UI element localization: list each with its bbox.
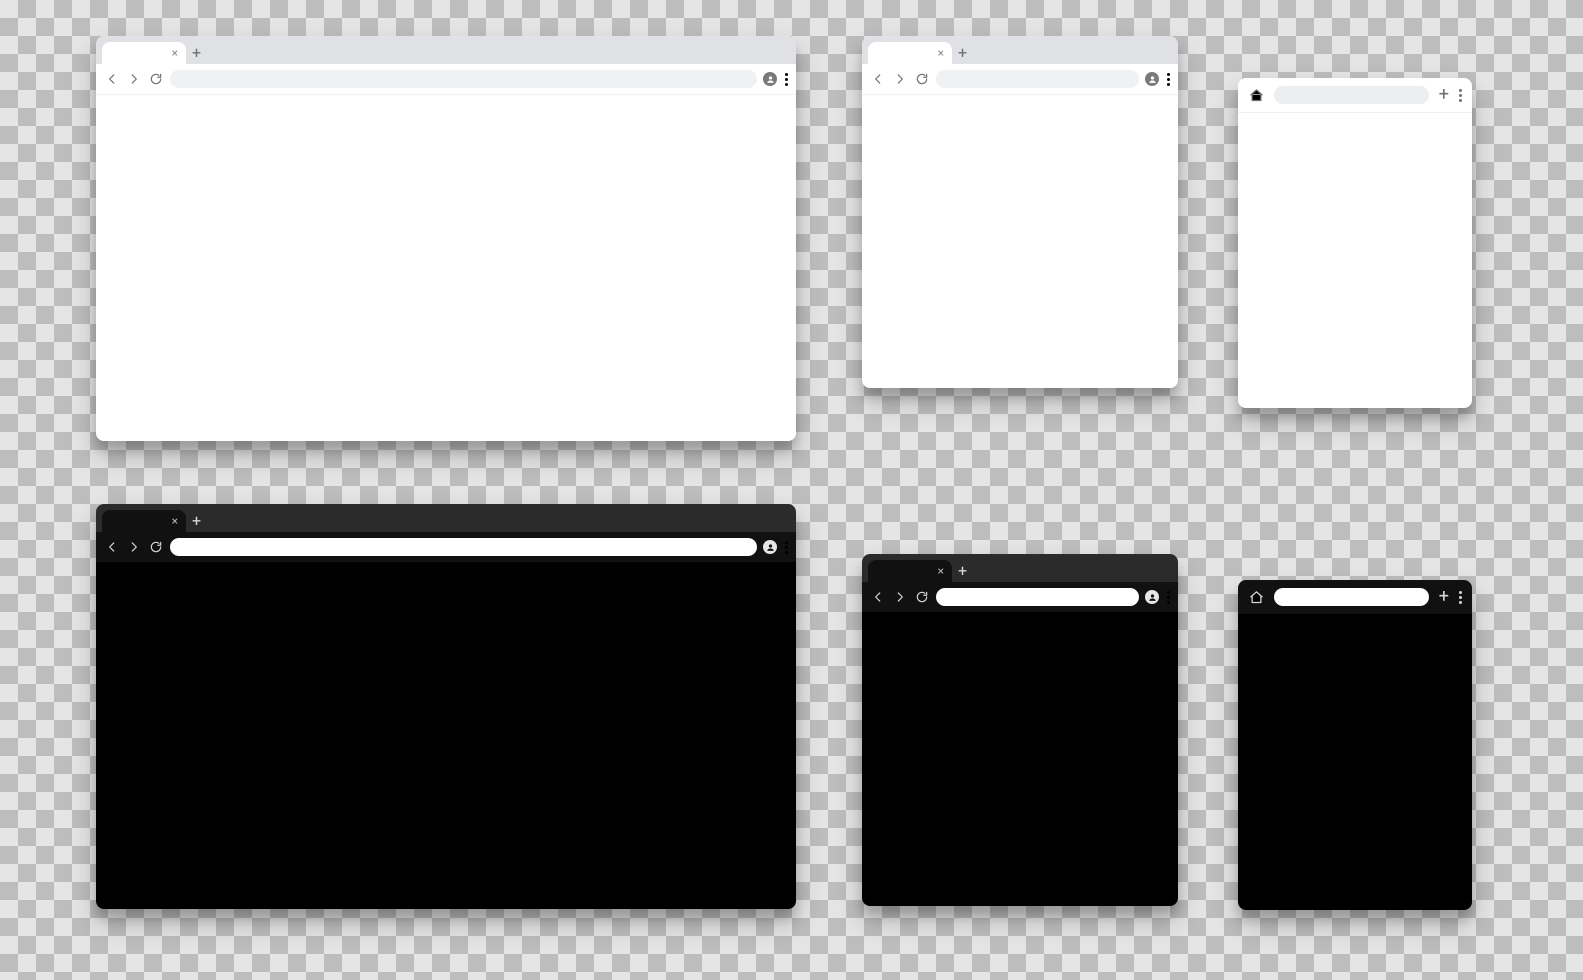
toolbar-right [1145, 590, 1170, 604]
page-content [1238, 614, 1472, 910]
reload-button[interactable] [914, 589, 930, 605]
close-tab-icon[interactable]: × [938, 47, 944, 59]
home-button[interactable] [1248, 87, 1264, 103]
close-tab-icon[interactable]: × [172, 515, 178, 527]
address-bar[interactable] [170, 70, 757, 88]
new-tab-button[interactable]: + [958, 45, 967, 64]
toolbar-right [763, 72, 788, 86]
toolbar-right [1145, 72, 1170, 86]
forward-button[interactable] [892, 589, 908, 605]
browser-window-sm-dark: + [1238, 580, 1472, 910]
reload-button[interactable] [148, 539, 164, 555]
new-tab-button[interactable]: + [192, 45, 201, 64]
page-content [862, 95, 1178, 388]
page-content [96, 95, 796, 441]
back-button[interactable] [870, 71, 886, 87]
page-content [862, 612, 1178, 906]
menu-button[interactable] [1459, 591, 1462, 604]
forward-button[interactable] [126, 539, 142, 555]
new-tab-button[interactable]: + [958, 563, 967, 582]
browser-tab[interactable]: × [102, 510, 186, 532]
back-button[interactable] [104, 539, 120, 555]
menu-button[interactable] [1167, 591, 1170, 604]
profile-button[interactable] [1145, 590, 1159, 604]
mobile-toolbar: + [1238, 78, 1472, 113]
browser-tab[interactable]: × [868, 42, 952, 64]
menu-button[interactable] [785, 541, 788, 554]
nav-controls [104, 71, 164, 87]
close-tab-icon[interactable]: × [938, 565, 944, 577]
forward-button[interactable] [892, 71, 908, 87]
home-button[interactable] [1248, 589, 1264, 605]
toolbar-right [763, 540, 788, 554]
menu-button[interactable] [785, 73, 788, 86]
tab-strip: ×+ [862, 554, 1178, 582]
tab-strip: ×+ [96, 504, 796, 532]
browser-window-lg-light: ×+ [96, 36, 796, 441]
browser-window-md-dark: ×+ [862, 554, 1178, 906]
profile-button[interactable] [763, 540, 777, 554]
profile-button[interactable] [763, 72, 777, 86]
browser-window-sm-light: + [1238, 78, 1472, 408]
back-button[interactable] [870, 589, 886, 605]
nav-controls [870, 589, 930, 605]
browser-tab[interactable]: × [868, 560, 952, 582]
profile-button[interactable] [1145, 72, 1159, 86]
reload-button[interactable] [148, 71, 164, 87]
new-tab-button[interactable]: + [1439, 86, 1449, 104]
toolbar [862, 582, 1178, 612]
new-tab-button[interactable]: + [192, 513, 201, 532]
browser-window-md-light: ×+ [862, 36, 1178, 388]
address-bar[interactable] [1274, 588, 1429, 606]
toolbar [96, 64, 796, 95]
toolbar [96, 532, 796, 562]
menu-button[interactable] [1459, 89, 1462, 102]
nav-controls [870, 71, 930, 87]
forward-button[interactable] [126, 71, 142, 87]
mobile-toolbar: + [1238, 580, 1472, 614]
address-bar[interactable] [936, 70, 1139, 88]
address-bar[interactable] [1274, 86, 1429, 104]
address-bar[interactable] [936, 588, 1139, 606]
page-content [1238, 113, 1472, 408]
tab-strip: ×+ [862, 36, 1178, 64]
toolbar [862, 64, 1178, 95]
menu-button[interactable] [1167, 73, 1170, 86]
browser-tab[interactable]: × [102, 42, 186, 64]
close-tab-icon[interactable]: × [172, 47, 178, 59]
page-content [96, 562, 796, 909]
nav-controls [104, 539, 164, 555]
tab-strip: ×+ [96, 36, 796, 64]
back-button[interactable] [104, 71, 120, 87]
new-tab-button[interactable]: + [1439, 588, 1449, 606]
address-bar[interactable] [170, 538, 757, 556]
browser-window-lg-dark: ×+ [96, 504, 796, 909]
reload-button[interactable] [914, 71, 930, 87]
